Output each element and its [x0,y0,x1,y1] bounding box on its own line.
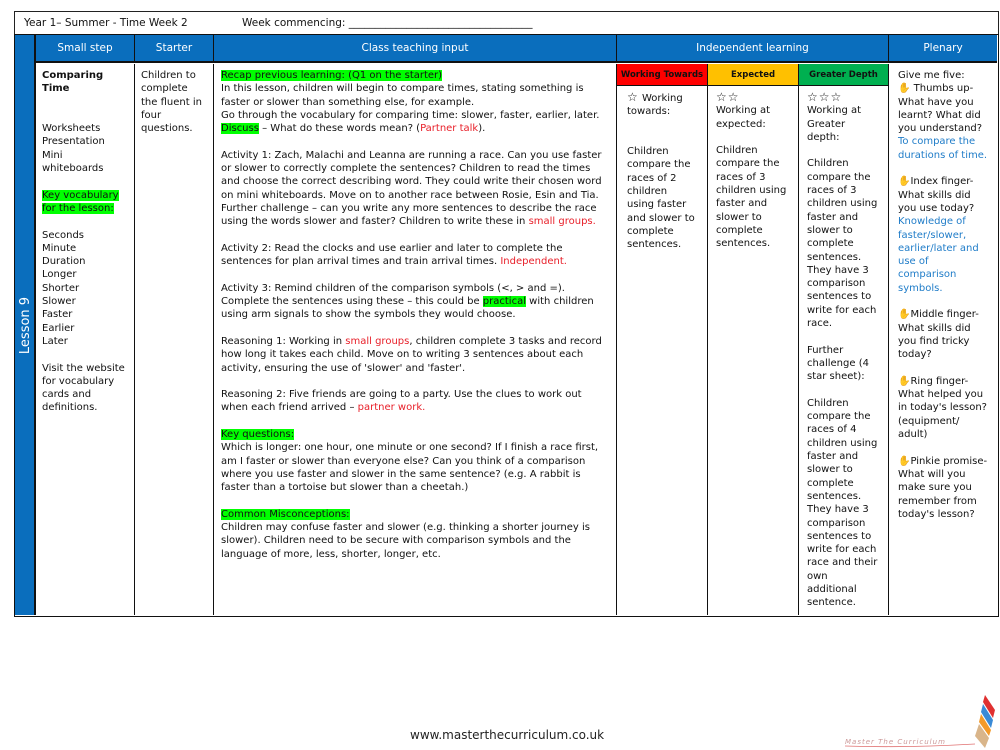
challenge-text: Children compare the races of 4 children… [807,397,878,609]
document-title-bar: Year 1– Summer - Time Week 2 Week commen… [14,11,999,35]
website-note: Visit the website for vocabulary cards a… [42,362,125,414]
vocab-item: Slower [42,296,76,308]
independent-label: Independent. [500,256,567,268]
discuss-end: ). [478,123,486,135]
activity-1-challenge: Further challenge – can you write any mo… [221,202,609,229]
discuss-highlight: Discuss [221,123,259,135]
vocab-item: Minute [42,242,77,254]
partner-work: partner work. [357,402,426,414]
partner-talk: Partner talk [420,123,479,135]
reasoning-1: Reasoning 1: Working in small groups, ch… [221,335,609,375]
expected-label: Expected [730,69,776,80]
master-the-curriculum-logo: Master The Curriculum [845,690,1000,750]
star-icon: ☆☆☆ [807,90,843,104]
expected-heading: Working at expected: [716,105,771,130]
plenary-answer: To compare the durations of time. [898,136,988,161]
small-step-cell: Comparing Time Worksheets Presentation M… [36,64,135,615]
vocab-intro: Go through the vocabulary for comparing … [221,109,600,121]
header-small-step: Small step [36,35,135,63]
plenary-question: Pinkie promise- What will you make sure … [898,455,988,520]
small-groups: small groups. [528,216,596,228]
recap-heading: Recap previous learning: (Q1 on the star… [221,70,443,81]
working-towards-label: Working Towards [620,69,704,80]
expected-cell: ☆☆ Working at expected: Children compare… [708,86,799,615]
vocab-item: Later [42,335,68,347]
class-teaching-cell: Recap previous learning: (Q1 on the star… [214,64,617,615]
working-towards-header: Working Towards [617,64,708,86]
resource-item: whiteboards [42,163,104,175]
vocab-item: Longer [42,269,77,281]
misconceptions-heading: Common Misconceptions: [221,508,350,520]
vocab-item: Shorter [42,282,80,294]
challenge-heading: Further challenge (4 star sheet): [807,344,869,383]
greater-depth-label: Greater Depth [809,69,878,80]
header-independent-learning: Independent learning [617,35,889,63]
plenary-question: Ring finger- What helped you in today's … [898,375,987,441]
plenary-answer: Knowledge of faster/slower, earlier/late… [898,216,979,294]
vocab-heading: Key vocabulary for the lesson: [42,189,119,214]
header-plenary: Plenary [889,35,997,63]
resource-item: Mini [42,149,63,161]
vocab-item: Seconds [42,229,85,241]
starter-cell: Children to complete the fluent in four … [135,64,214,615]
week-commencing: Week commencing: _______________________… [242,17,533,29]
practical-highlight: practical [482,296,526,308]
greater-depth-header: Greater Depth [799,64,889,86]
resource-item: Worksheets [42,123,101,135]
star-icon: ☆ [627,90,639,104]
key-questions: Which is longer: one hour, one minute or… [221,442,599,494]
activity-1: Activity 1: Zach, Malachi and Leanna are… [221,149,602,201]
plenary-question: Index finger- What skills did you use to… [898,176,975,214]
pinkie-icon: ✋ [898,455,911,467]
header-starter: Starter [135,35,214,63]
lesson-number: Lesson 9 [18,296,33,354]
expected-text: Children compare the races of 3 children… [716,145,787,250]
middle-finger-icon: ✋ [898,309,911,321]
small-groups: small groups [345,335,410,347]
greater-depth-text: Children compare the races of 3 children… [807,158,878,330]
greater-depth-heading: Working at Greater depth: [807,105,862,143]
vocab-item: Duration [42,256,86,268]
ring-finger-icon: ✋ [898,375,911,387]
vocab-item: Faster [42,309,73,321]
website-url[interactable]: www.masterthecurriculum.co.uk [410,728,604,742]
discuss-line: Discuss – What do these words mean? (Par… [221,122,609,135]
plenary-question: Thumbs up- What have you learnt? What di… [898,83,983,135]
index-finger-icon: ✋ [898,176,911,188]
vocab-item: Earlier [42,322,75,334]
plenary-intro: Give me five: [898,70,965,81]
key-questions-heading: Key questions: [221,429,295,441]
resource-item: Presentation [42,136,105,148]
thumb-icon: ✋ [898,83,911,95]
expected-header: Expected [708,64,799,86]
greater-depth-cell: ☆☆☆ Working at Greater depth: Children c… [799,86,889,615]
intro-text: In this lesson, children will begin to c… [221,83,584,108]
reasoning-1-text: Reasoning 1: Working in [221,335,346,347]
plenary-cell: Give me five: ✋ Thumbs up- What have you… [889,64,997,615]
header-class-teaching: Class teaching input [214,35,617,63]
working-towards-cell: ☆ Working towards: Children compare the … [617,86,708,615]
discuss-text: – What do these words mean? ( [258,123,421,135]
starter-text: Children to complete the fluent in four … [141,70,202,135]
plenary-question: Middle finger- What skills did you find … [898,309,979,361]
star-icon: ☆☆ [716,90,740,104]
document-title: Year 1– Summer - Time Week 2 [24,17,188,29]
activity-2: Activity 2: Read the clocks and use earl… [221,242,609,269]
lesson-label: Lesson 9 [15,35,36,615]
misconceptions: Children may confuse faster and slower (… [221,522,590,560]
reasoning-2: Reasoning 2: Five friends are going to a… [221,388,609,415]
working-towards-text: Children compare the races of 2 children… [627,146,695,251]
activity-3: Activity 3: Remind children of the compa… [221,282,609,322]
small-step-title: Comparing Time [42,70,104,95]
logo-text: Master The Curriculum [845,738,946,746]
lesson-plan-table: Lesson 9 Small step Starter Class teachi… [14,34,999,617]
